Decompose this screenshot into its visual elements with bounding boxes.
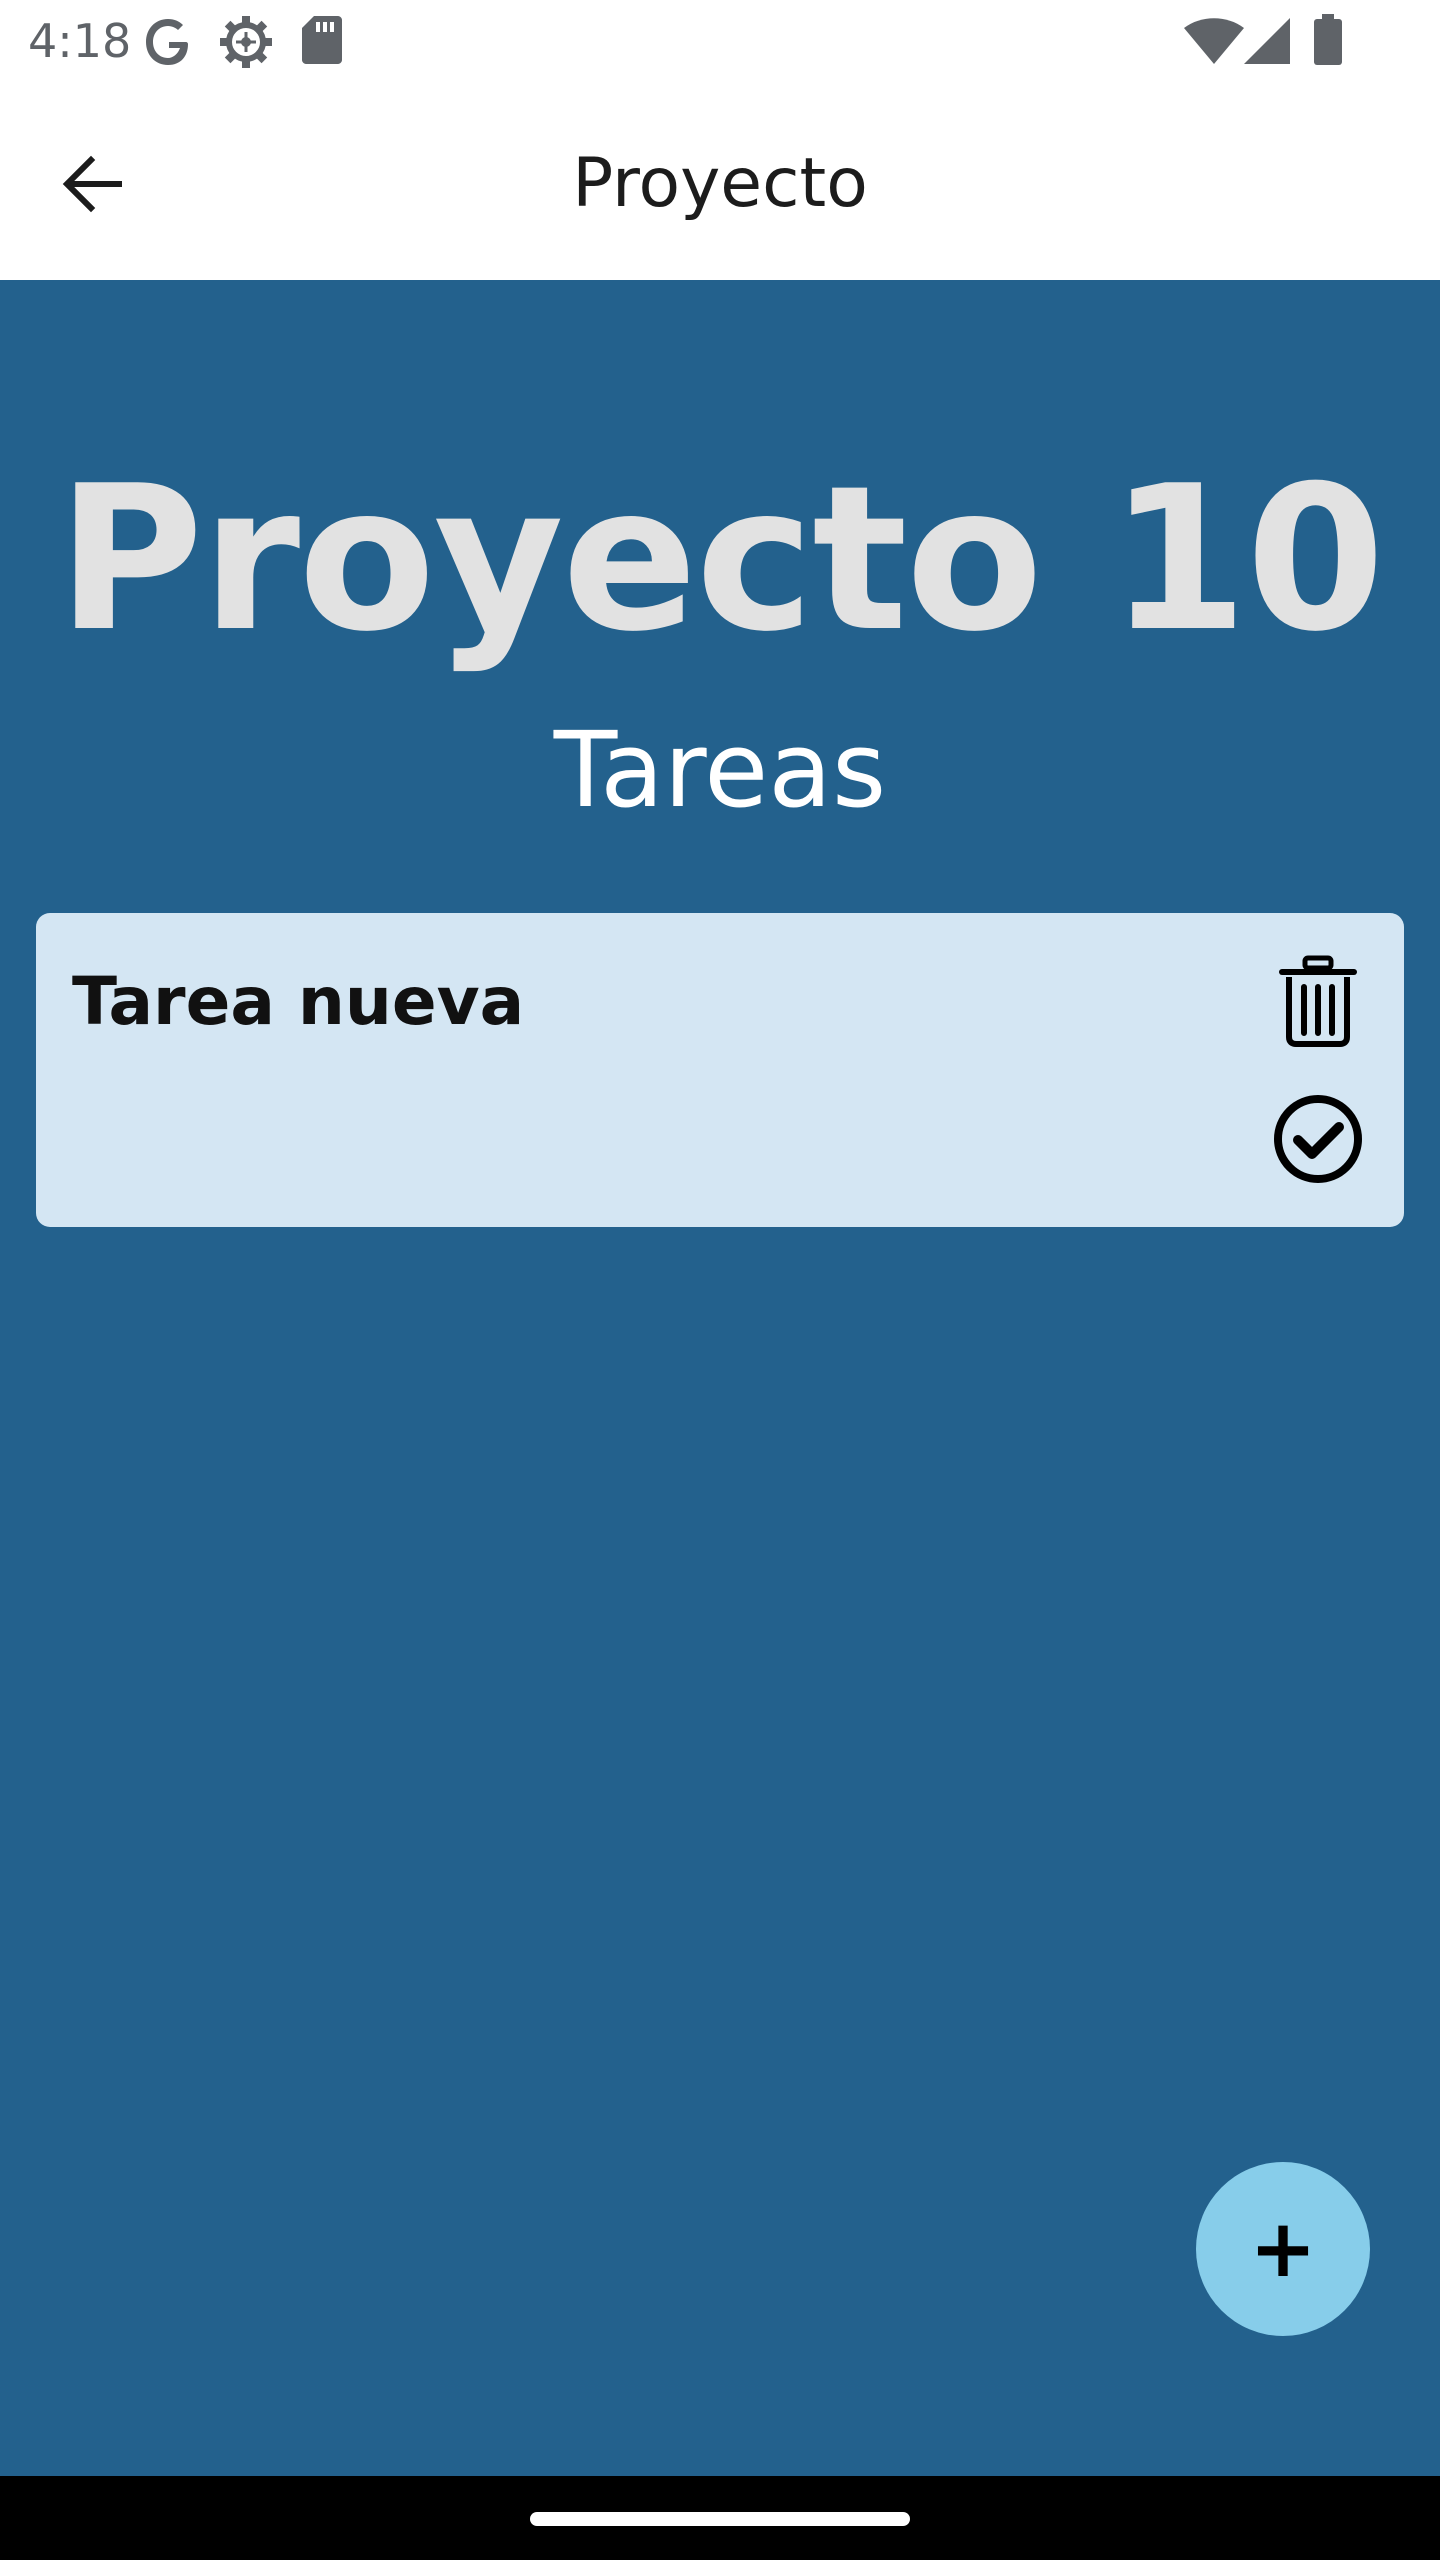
app-bar: Proyecto [0, 84, 1440, 280]
home-indicator[interactable] [530, 2512, 910, 2526]
app-title: Proyecto [572, 144, 868, 223]
wifi-icon [1184, 18, 1244, 69]
google-icon [142, 14, 194, 75]
status-time: 4:18 [28, 14, 132, 68]
system-nav-bar [0, 2476, 1440, 2560]
add-task-button[interactable]: + [1196, 2162, 1370, 2336]
project-title: Proyecto 10 [56, 443, 1385, 676]
delete-task-button[interactable] [1270, 949, 1366, 1053]
status-bar: 4:18 [0, 0, 1440, 84]
plus-icon: + [1249, 2202, 1317, 2295]
check-circle-icon [1274, 1095, 1362, 1183]
settings-gear-icon [218, 14, 274, 75]
complete-task-button[interactable] [1270, 1091, 1366, 1187]
trash-icon [1279, 955, 1357, 1047]
task-card[interactable]: Tarea nueva [36, 913, 1404, 1227]
battery-icon [1312, 14, 1344, 71]
section-subtitle: Tareas [553, 709, 887, 831]
task-name: Tarea nueva [72, 963, 525, 1040]
sd-card-icon [302, 14, 342, 71]
cellular-signal-icon [1244, 18, 1292, 69]
